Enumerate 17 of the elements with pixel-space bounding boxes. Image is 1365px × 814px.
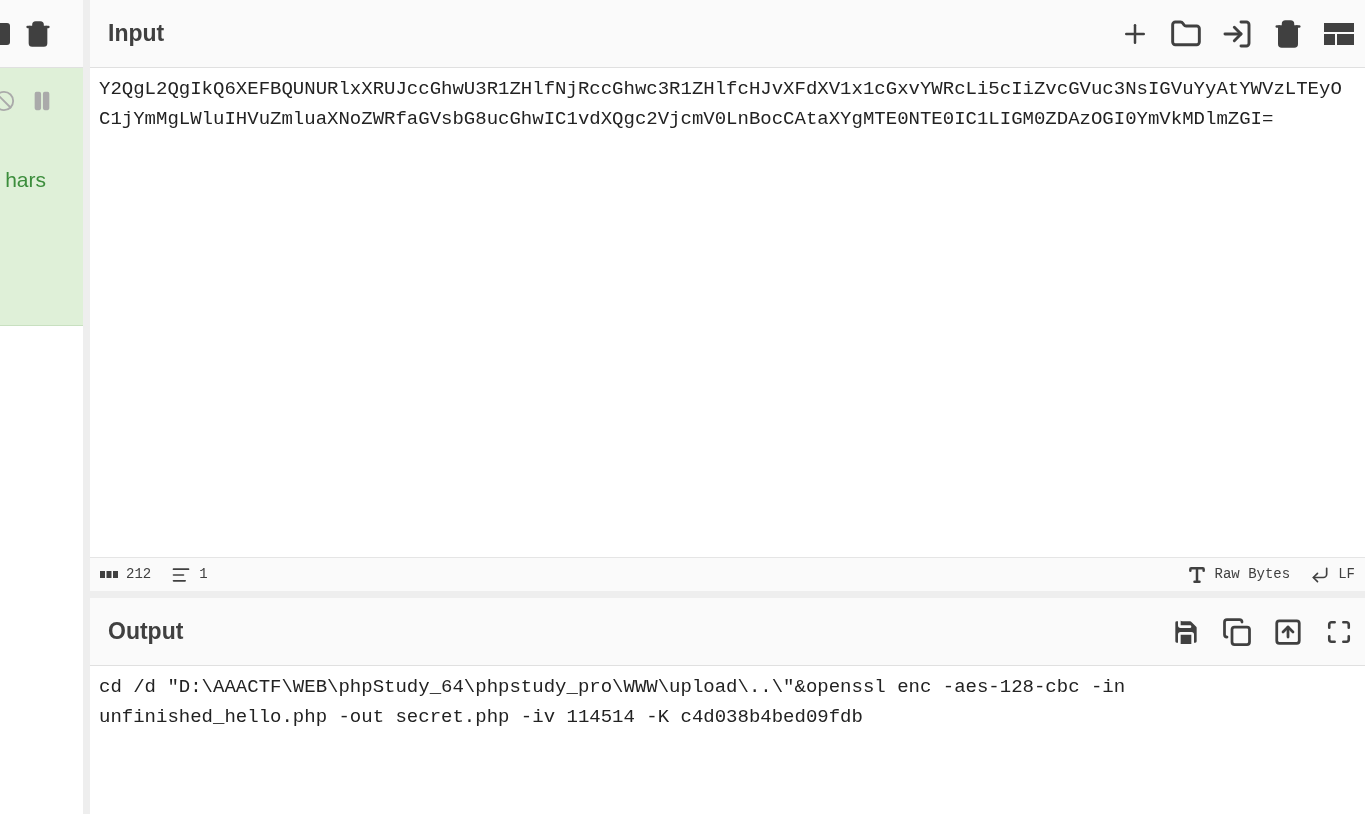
arrow-up-box-icon [1273, 616, 1303, 647]
font-icon [1186, 564, 1207, 585]
status-text: hars [5, 167, 46, 193]
layout-icon [1323, 21, 1355, 46]
copy-icon [1222, 616, 1252, 647]
input-text: Y2QgL2QgIkQ6XEFBQUNURlxXRUJccGhwU3R1ZHlfNjRccGhwc3R1ZHlfcHJvXFdXV1x1cGxvYWRcLi5cIiZvcGVuc3NsIGVuYyAtYWVzLTEyOC1jYmMgLWluIHVuZmluaXNoZWRfaGVsbG8ucGhwIC1vdXQgc2VjcmV0LnBocCAtaXYgMTE0NTE0IC1LIGM0ZDAzOGI0YmVkMDlmZGI= [99, 77, 1343, 132]
length-icon [100, 571, 118, 578]
trash-icon[interactable] [24, 19, 52, 48]
encoding-button[interactable]: Raw Bytes [1214, 564, 1291, 585]
output-text: cd /d "D:\AAACTF\WEB\phpStudy_64\phpstudy_pro\WWW\upload\..\"&openssl enc -aes-128-cbc -in unfinished_hello.php -out secret.php -iv 114514 -K c4d038b4bed09fdb [99, 675, 1127, 730]
length-count: 212 [126, 565, 152, 584]
input-title: Input [108, 19, 165, 49]
maximize-icon [1326, 618, 1352, 645]
line-count: 1 [199, 565, 208, 584]
trash-icon [1273, 18, 1303, 49]
output-title: Output [108, 617, 184, 647]
eol-button[interactable]: LF [1338, 564, 1355, 585]
